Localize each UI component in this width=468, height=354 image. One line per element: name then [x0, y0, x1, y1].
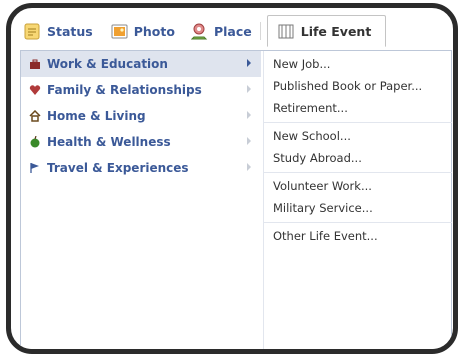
- tab-separator: [259, 22, 261, 40]
- heart-icon: [29, 84, 41, 96]
- tab-photo[interactable]: Photo: [105, 18, 181, 44]
- apple-icon: [29, 135, 41, 148]
- menu-item-label: Home & Living: [47, 109, 146, 123]
- tab-status[interactable]: Status: [18, 18, 99, 44]
- menu-item-home-living[interactable]: Home & Living: [21, 103, 261, 129]
- tab-place-label: Place: [213, 23, 252, 39]
- life-event-icon: [278, 23, 295, 40]
- menu-item-health-wellness[interactable]: Health & Wellness: [21, 129, 261, 155]
- menu-item-label: Health & Wellness: [47, 135, 171, 149]
- submenu: New Job... Published Book or Paper... Re…: [264, 51, 452, 250]
- menu-item-work-education[interactable]: Work & Education: [21, 51, 261, 77]
- chevron-right-icon: [247, 85, 251, 93]
- chevron-right-icon: [247, 59, 251, 67]
- tab-life-event-label: Life Event: [300, 23, 372, 39]
- category-menu: Work & Education Family & Relationships …: [21, 51, 261, 181]
- submenu-item-other-life-event[interactable]: Other Life Event...: [264, 225, 452, 247]
- life-event-panel: Work & Education Family & Relationships …: [20, 50, 452, 349]
- menu-item-label: Work & Education: [47, 57, 168, 71]
- tab-place[interactable]: Place: [185, 18, 258, 44]
- menu-item-travel-experiences[interactable]: Travel & Experiences: [21, 155, 261, 181]
- flag-icon: [29, 162, 41, 174]
- chevron-right-icon: [247, 137, 251, 145]
- chevron-right-icon: [247, 163, 251, 171]
- briefcase-icon: [29, 58, 41, 70]
- submenu-group: Other Life Event...: [264, 223, 452, 250]
- tab-life-event[interactable]: Life Event: [266, 15, 387, 47]
- submenu-group: New School... Study Abroad...: [264, 123, 452, 173]
- menu-item-family-relationships[interactable]: Family & Relationships: [21, 77, 261, 103]
- submenu-item-new-job[interactable]: New Job...: [264, 53, 452, 75]
- submenu-item-volunteer-work[interactable]: Volunteer Work...: [264, 175, 452, 197]
- tab-status-label: Status: [47, 23, 93, 39]
- menu-item-label: Family & Relationships: [47, 83, 202, 97]
- submenu-item-study-abroad[interactable]: Study Abroad...: [264, 147, 452, 169]
- submenu-item-published-book[interactable]: Published Book or Paper...: [264, 75, 452, 97]
- photo-icon: [111, 23, 128, 40]
- composer-tabs: Status Photo Place Life Event: [18, 15, 387, 47]
- submenu-item-military-service[interactable]: Military Service...: [264, 197, 452, 219]
- place-icon: [190, 23, 208, 40]
- submenu-item-new-school[interactable]: New School...: [264, 125, 452, 147]
- composer-window: Status Photo Place Life Event Work & Edu…: [6, 3, 458, 354]
- house-icon: [29, 109, 41, 122]
- submenu-group: New Job... Published Book or Paper... Re…: [264, 51, 452, 123]
- menu-item-label: Travel & Experiences: [47, 161, 189, 175]
- status-icon: [24, 23, 41, 40]
- submenu-group: Volunteer Work... Military Service...: [264, 173, 452, 223]
- tab-photo-label: Photo: [133, 23, 175, 39]
- chevron-right-icon: [247, 111, 251, 119]
- submenu-item-retirement[interactable]: Retirement...: [264, 97, 452, 119]
